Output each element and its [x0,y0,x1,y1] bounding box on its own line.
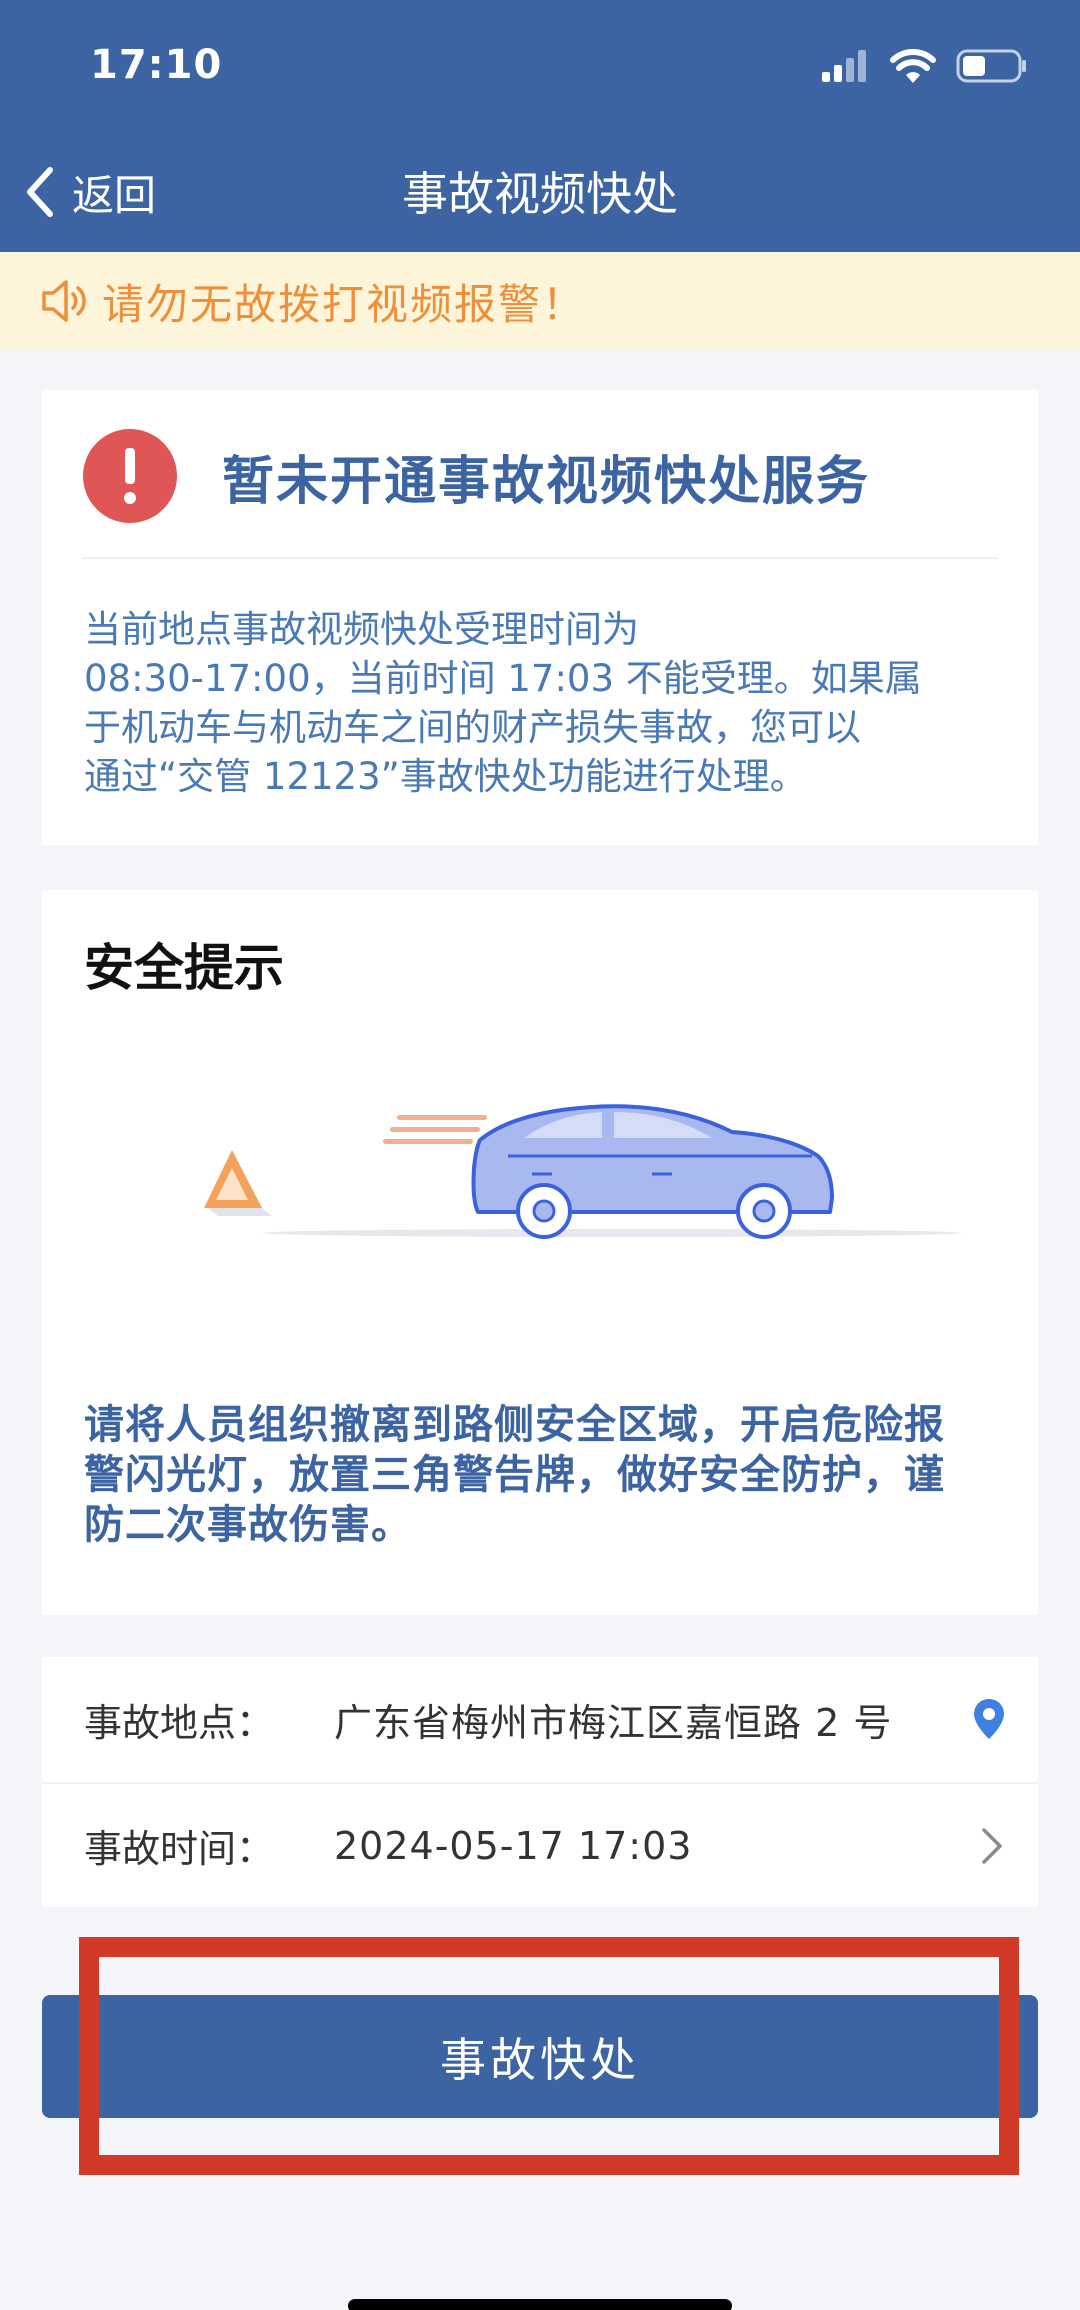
accident-time-row[interactable]: 事故时间： 2024-05-17 17:03 [42,1782,1038,1907]
safety-tips-card: 安全提示 请将人员组织撤离到路侧安全区域，开启危险报 警闪光灯，放置三角警告牌，… [42,890,1038,1615]
safety-line: 警闪光灯，放置三角警告牌，做好安全防护，谨 [84,1452,945,1498]
chevron-right-icon [982,1828,1002,1864]
location-pin-icon[interactable] [972,1697,1006,1741]
exclamation-icon [83,429,177,523]
location-label: 事故地点： [84,1701,275,1745]
time-value: 2024-05-17 17:03 [334,1823,693,1868]
alert-title: 暂未开通事故视频快处服务 [222,451,871,512]
alert-header: 暂未开通事故视频快处服务 [82,428,870,524]
speed-lines [383,1115,487,1144]
status-time: 17:10 [90,42,223,88]
service-status-card: 暂未开通事故视频快处服务 当前地点事故视频快处受理时间为 08:30-17:00… [42,390,1038,845]
battery-icon [956,49,1026,83]
speaker-icon [42,280,86,322]
time-label: 事故时间： [84,1827,275,1871]
service-description: 当前地点事故视频快处受理时间为 08:30-17:00，当前时间 17:03 不… [84,605,998,801]
description-line: 当前地点事故视频快处受理时间为 [84,608,639,651]
accident-info-card: 事故地点： 广东省梅州市梅江区嘉恒路 2 号 事故时间： 2024-05-17 … [42,1657,1038,1907]
location-value: 广东省梅州市梅江区嘉恒路 2 号 [334,1701,893,1745]
description-line: 通过“交管 12123”事故快处功能进行处理。 [84,755,807,798]
home-indicator [348,2299,732,2310]
notice-bar: 请勿无故拨打视频报警！ [0,252,1080,350]
safety-line: 防二次事故伤害。 [84,1502,412,1548]
divider [82,557,998,559]
status-icons [822,48,1028,84]
accident-location-row: 事故地点： 广东省梅州市梅江区嘉恒路 2 号 [42,1657,1038,1782]
wifi-icon [890,49,936,83]
description-line: 08:30-17:00，当前时间 17:03 不能受理。如果属 [84,657,922,700]
safety-title: 安全提示 [84,939,284,997]
notice-text: 请勿无故拨打视频报警！ [102,279,587,329]
app-header: 17:10 返回 事故视频快处 [0,0,1080,252]
cellular-icon [822,50,866,82]
safety-line: 请将人员组织撤离到路侧安全区域，开启危险报 [84,1402,945,1448]
page-title: 事故视频快处 [402,167,678,221]
warning-triangle-icon [204,1150,272,1216]
car-warning-illustration [204,1104,962,1239]
description-line: 于机动车与机动车之间的财产损失事故，您可以 [84,706,861,749]
highlight-annotation-box [79,1937,1019,2175]
safety-description: 请将人员组织撤离到路侧安全区域，开启危险报 警闪光灯，放置三角警告牌，做好安全防… [84,1400,998,1550]
car-icon [471,1104,834,1239]
